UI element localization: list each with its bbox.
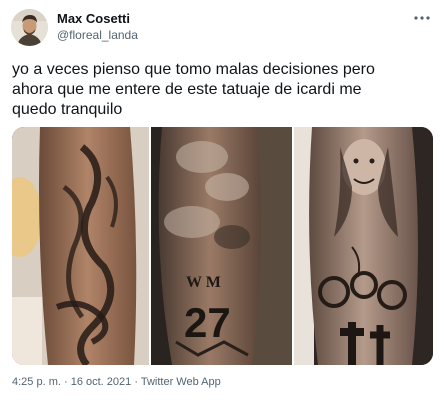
- author-handle[interactable]: @floreal_landa: [57, 28, 138, 42]
- more-horizontal-icon: [414, 16, 430, 20]
- photo-panel-1: [12, 127, 149, 365]
- tweet-metadata: 4:25 p. m. · 16 oct. 2021 · Twitter Web …: [12, 376, 221, 388]
- tweet-source[interactable]: Twitter Web App: [141, 376, 221, 388]
- photo-panel-3: [294, 127, 433, 365]
- meta-separator-2: ·: [131, 376, 141, 388]
- tweet-media-photo[interactable]: W M 27: [12, 127, 433, 365]
- avatar[interactable]: [11, 9, 48, 46]
- more-options-button[interactable]: [412, 10, 432, 26]
- tattoo-photo-collage: W M 27: [12, 127, 433, 365]
- tattoo-initials: W M: [186, 274, 221, 291]
- tweet-time[interactable]: 4:25 p. m.: [12, 376, 61, 388]
- tweet-date[interactable]: 16 oct. 2021: [71, 376, 132, 388]
- author-name[interactable]: Max Cosetti: [57, 11, 130, 26]
- avatar-image: [11, 9, 48, 46]
- tattoo-number: 27: [184, 299, 231, 346]
- tweet-text: yo a veces pienso que tomo malas decisio…: [12, 61, 375, 118]
- meta-separator: ·: [60, 376, 71, 388]
- photo-panel-2: W M 27: [151, 127, 292, 365]
- tweet-card: Max Cosetti @floreal_landa yo a veces pi…: [0, 0, 444, 400]
